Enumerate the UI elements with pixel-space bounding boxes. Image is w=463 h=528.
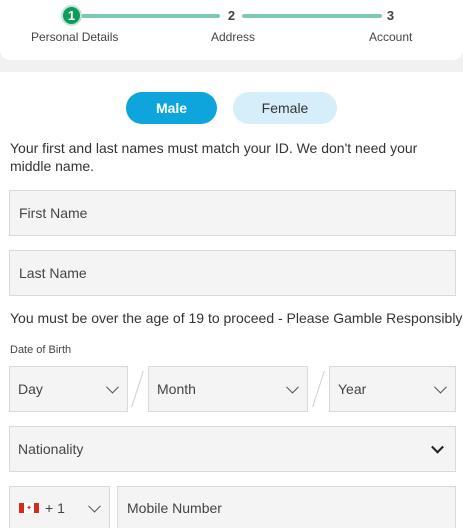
step-1-indicator: 1: [61, 5, 82, 26]
date-separator: [312, 370, 325, 408]
step-2-indicator: 2: [227, 8, 236, 23]
mobile-number-placeholder: Mobile Number: [127, 500, 222, 516]
country-code-select[interactable]: ✦ + 1: [9, 486, 110, 528]
step-1-label: Personal Details: [31, 30, 119, 44]
step-connector: [80, 14, 220, 18]
step-connector: [242, 14, 382, 18]
first-name-field[interactable]: First Name: [9, 190, 456, 236]
nationality-select[interactable]: Nationality: [9, 426, 456, 472]
dob-year-value: Year: [338, 381, 367, 397]
names-instruction: Your first and last names must match you…: [10, 140, 418, 174]
chevron-down-icon: [88, 499, 101, 513]
dob-label: Date of Birth: [10, 344, 72, 356]
male-button[interactable]: Male: [126, 92, 217, 124]
female-button[interactable]: Female: [233, 92, 337, 124]
chevron-down-icon: [431, 440, 444, 454]
canada-flag-icon: ✦: [19, 503, 39, 513]
country-code-value: + 1: [45, 500, 65, 516]
step-3-indicator: 3: [386, 8, 395, 23]
dob-month-value: Month: [157, 381, 196, 397]
mobile-number-field[interactable]: Mobile Number: [117, 486, 456, 528]
date-separator: [131, 370, 144, 408]
last-name-placeholder: Last Name: [19, 265, 87, 281]
nationality-value: Nationality: [18, 441, 84, 457]
age-notice: You must be over the age of 19 to procee…: [10, 310, 463, 326]
personal-details-form: Male Female Your first and last names mu…: [0, 72, 463, 528]
dob-month-select[interactable]: Month: [148, 366, 308, 412]
chevron-down-icon: [286, 380, 299, 394]
first-name-placeholder: First Name: [19, 205, 88, 221]
step-3-label: Account: [369, 30, 413, 44]
last-name-field[interactable]: Last Name: [9, 250, 456, 296]
dob-year-select[interactable]: Year: [329, 366, 456, 412]
chevron-down-icon: [434, 380, 447, 394]
dob-day-select[interactable]: Day: [9, 366, 128, 412]
dob-day-value: Day: [18, 381, 43, 397]
step-2-label: Address: [211, 30, 256, 44]
progress-stepper: 1 2 3 Personal Details Address Account: [0, 0, 463, 60]
chevron-down-icon: [106, 380, 119, 394]
